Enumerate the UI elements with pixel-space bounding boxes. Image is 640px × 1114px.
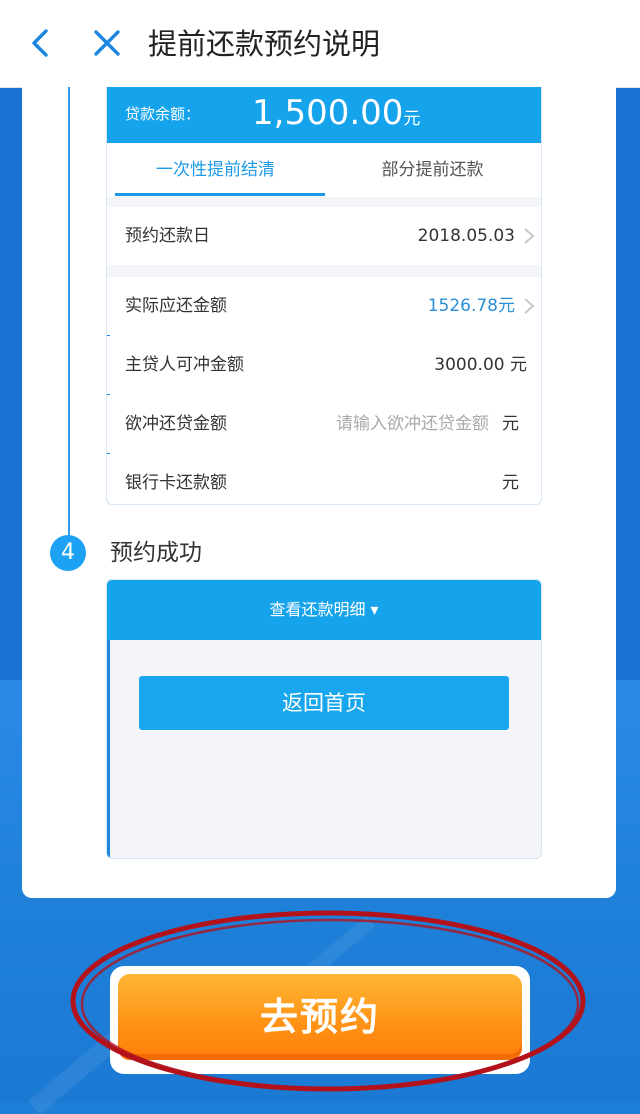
chevron-right-icon: [524, 298, 535, 314]
step-4-label: 预约成功: [110, 540, 202, 566]
tab-full-prepayment[interactable]: 一次性提前结清: [107, 143, 324, 197]
row-offset-amount: 主贷人可冲金额 3000.00 元: [107, 336, 541, 394]
content-card: 贷款余额： 1,500.00元 一次性提前结清 部分提前还款 预约还款日 201…: [22, 87, 616, 898]
repayment-form-screenshot: 贷款余额： 1,500.00元 一次性提前结清 部分提前还款 预约还款日 201…: [106, 87, 542, 505]
row-label: 银行卡还款额: [125, 473, 227, 493]
tab-partial-prepayment[interactable]: 部分提前还款: [324, 143, 541, 197]
row-label: 实际应还金额: [125, 296, 227, 316]
offset-amount-input[interactable]: 请输入欲冲还贷金额: [336, 395, 489, 453]
row-label: 主贷人可冲金额: [125, 355, 244, 375]
row-unit: 元: [502, 473, 519, 493]
active-tab-indicator: [115, 193, 325, 196]
row-label: 预约还款日: [125, 226, 210, 246]
chevron-right-icon: [524, 228, 535, 244]
loan-balance-bar: 贷款余额： 1,500.00元: [107, 87, 541, 143]
row-label: 欲冲还贷金额: [125, 414, 227, 434]
loan-balance-label: 贷款余额：: [125, 105, 201, 123]
header: 提前还款预约说明: [0, 0, 640, 88]
success-screenshot: 查看还款明细 ▾ 返回首页: [106, 579, 542, 859]
section-divider: [107, 197, 541, 207]
close-icon[interactable]: [92, 28, 122, 58]
step-4-badge: 4: [50, 535, 86, 571]
section-divider: [107, 265, 541, 277]
page-title: 提前还款预约说明: [148, 27, 381, 61]
row-value: 1526.78元: [427, 296, 515, 316]
row-actual-amount[interactable]: 实际应还金额 1526.78元: [107, 277, 541, 335]
row-unit: 元: [502, 414, 519, 434]
loan-balance-unit: 元: [403, 109, 421, 129]
return-home-button[interactable]: 返回首页: [139, 676, 509, 730]
row-scheduled-date[interactable]: 预约还款日 2018.05.03: [107, 207, 541, 265]
reserve-button[interactable]: 去预约: [118, 974, 522, 1060]
view-repayment-details[interactable]: 查看还款明细 ▾: [107, 580, 541, 640]
timeline-line: [68, 87, 70, 542]
row-value: 3000.00 元: [434, 355, 527, 375]
row-bank-card-amount: 银行卡还款额 元: [107, 454, 541, 504]
back-arrow-icon[interactable]: [26, 28, 56, 58]
row-value: 2018.05.03: [417, 226, 515, 246]
repayment-tabs: 一次性提前结清 部分提前还款: [107, 143, 541, 197]
loan-balance-value: 1,500.00元: [252, 93, 421, 133]
row-desired-offset[interactable]: 欲冲还贷金额 请输入欲冲还贷金额 元: [107, 395, 541, 453]
